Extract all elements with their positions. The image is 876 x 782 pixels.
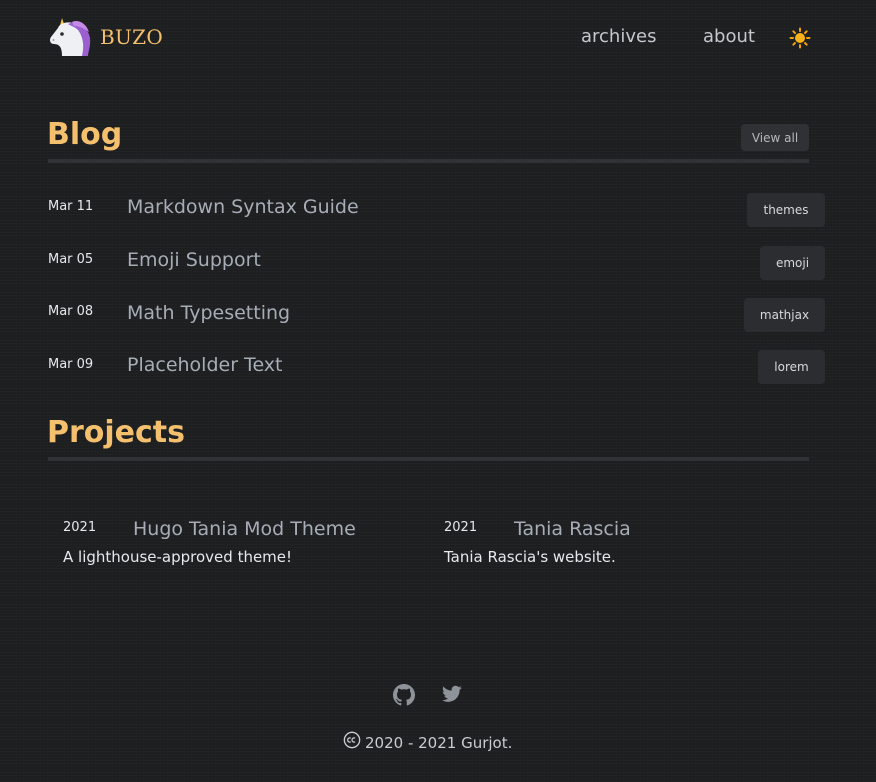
post-title-link[interactable]: Markdown Syntax Guide (127, 196, 359, 218)
site-logo[interactable]: BUZO (48, 14, 163, 58)
project-description: A lighthouse-approved theme! (63, 548, 293, 566)
project-year: 2021 (63, 520, 97, 535)
twitter-link[interactable] (442, 685, 464, 707)
post-title-link[interactable]: Placeholder Text (127, 354, 283, 376)
nav-about-link[interactable]: about (703, 26, 755, 47)
project-title-link[interactable]: Tania Rascia (514, 518, 631, 540)
post-title-link[interactable]: Emoji Support (127, 249, 261, 271)
twitter-icon (442, 685, 462, 702)
tag-emoji[interactable]: emoji (760, 246, 825, 280)
theme-toggle-button[interactable] (789, 27, 811, 49)
project-year: 2021 (444, 520, 478, 535)
nav-archives-link[interactable]: archives (581, 26, 656, 47)
tag-mathjax[interactable]: mathjax (744, 298, 825, 332)
project-title-link[interactable]: Hugo Tania Mod Theme (133, 518, 356, 540)
tag-themes[interactable]: themes (747, 193, 825, 227)
projects-heading: Projects (47, 415, 186, 450)
unicorn-icon (50, 18, 91, 56)
project-description: Tania Rascia's website. (444, 548, 616, 566)
site-title: BUZO (100, 25, 164, 49)
blog-heading: Blog (47, 117, 123, 152)
copyright-text: 2020 - 2021 Gurjot. (365, 734, 513, 752)
creative-commons-icon (343, 731, 361, 749)
blog-divider (48, 159, 809, 163)
post-date: Mar 11 (48, 199, 94, 214)
post-date: Mar 09 (48, 357, 94, 372)
github-link[interactable] (393, 684, 415, 706)
tag-lorem[interactable]: lorem (758, 350, 825, 384)
projects-divider (48, 457, 809, 461)
copyright: 2020 - 2021 Gurjot. (343, 731, 513, 752)
post-date: Mar 05 (48, 252, 94, 267)
view-all-button[interactable]: View all (741, 124, 809, 151)
post-date: Mar 08 (48, 304, 94, 319)
post-title-link[interactable]: Math Typesetting (127, 302, 290, 324)
sun-icon (789, 27, 811, 49)
github-icon (393, 684, 415, 706)
